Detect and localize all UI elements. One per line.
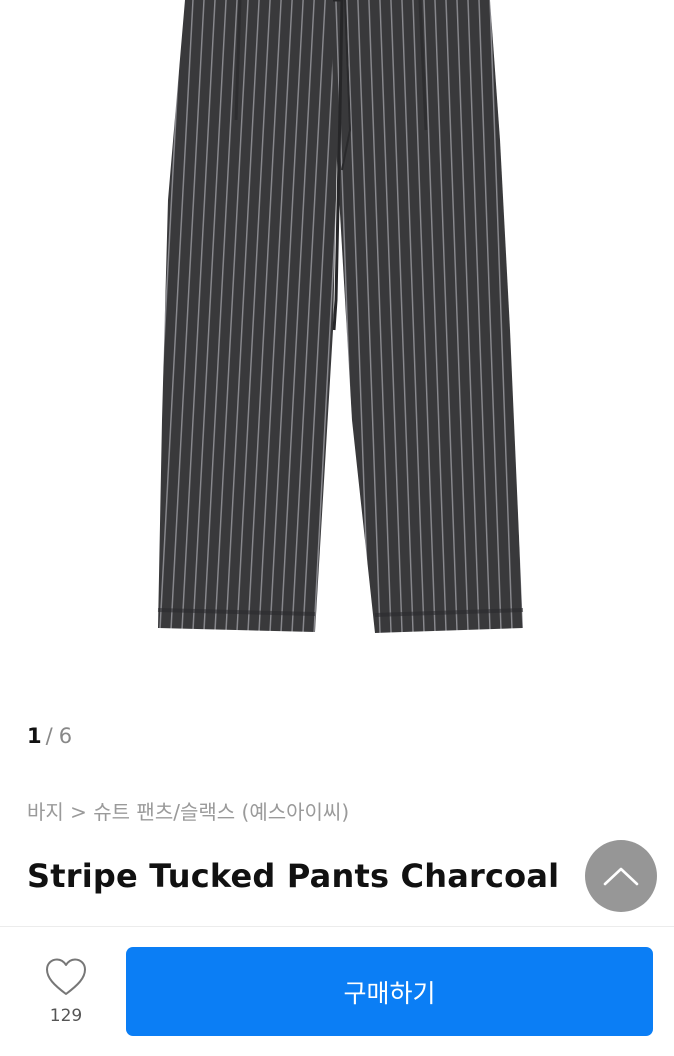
heart-icon	[46, 958, 86, 995]
like-count: 129	[49, 1006, 83, 1026]
image-counter: 1/6	[27, 724, 72, 748]
pants-photo	[157, 0, 524, 633]
scroll-top-button[interactable]	[585, 840, 657, 912]
breadcrumb[interactable]: 바지 > 슈트 팬츠/슬랙스 (예스아이씨)	[27, 796, 349, 825]
image-counter-current: 1	[27, 724, 42, 748]
image-counter-separator: /	[45, 724, 53, 748]
image-counter-total: 6	[58, 724, 73, 748]
chevron-up-icon	[603, 867, 639, 886]
footer-divider	[0, 926, 674, 927]
product-title: Stripe Tucked Pants Charcoal	[27, 857, 560, 895]
like-button[interactable]: 129	[30, 955, 102, 1030]
buy-button[interactable]: 구매하기	[126, 947, 653, 1036]
product-image[interactable]	[0, 0, 674, 700]
